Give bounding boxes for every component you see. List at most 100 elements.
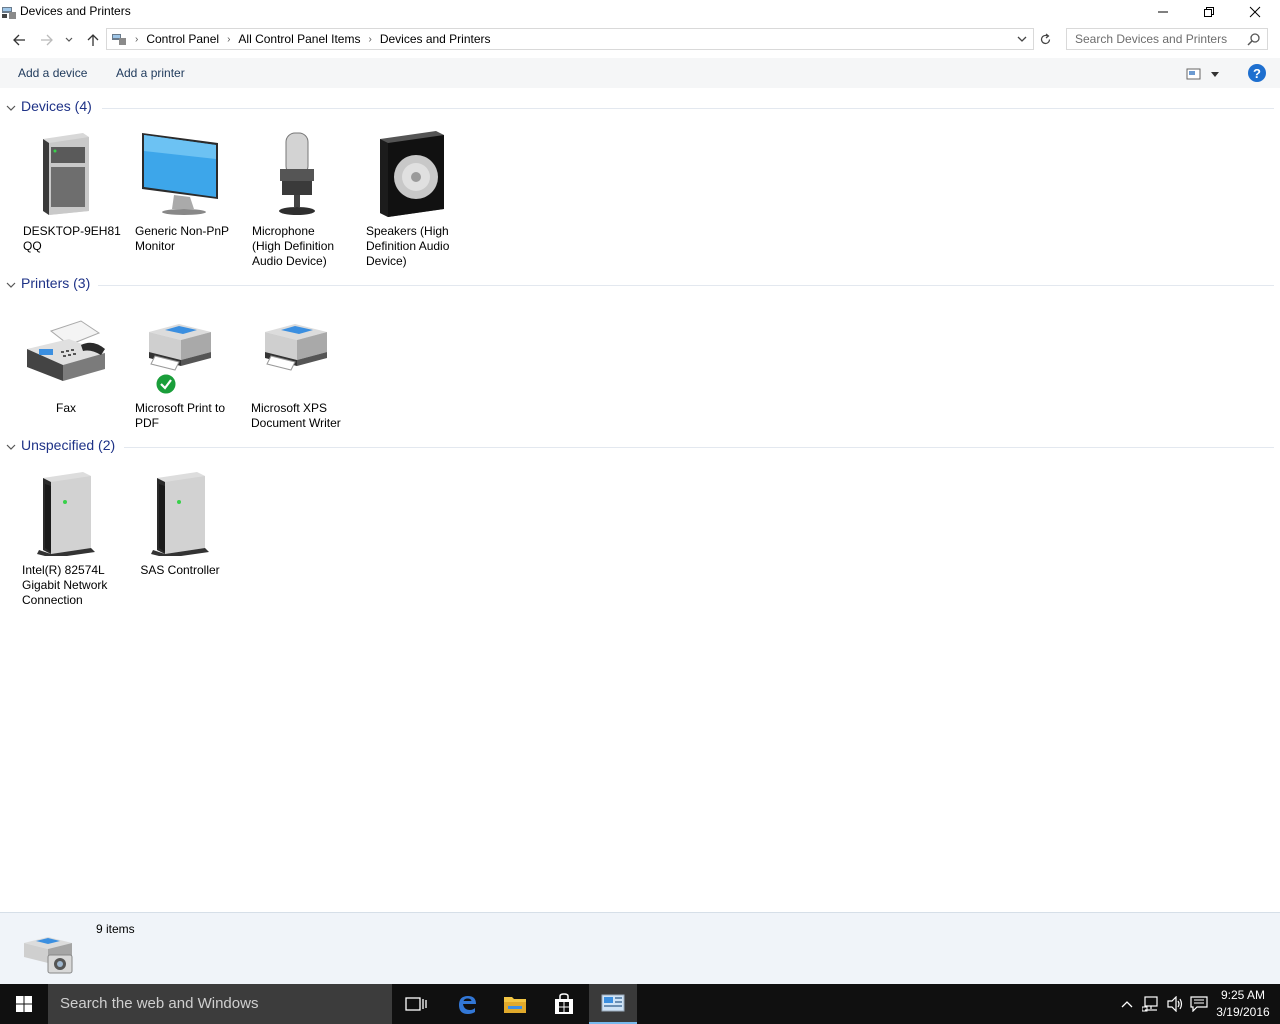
printer-label: Microsoft Print to PDF (135, 401, 226, 430)
group-label-unspecified: Unspecified (2) (21, 437, 116, 453)
folder-icon (504, 997, 526, 1013)
close-button[interactable] (1232, 0, 1278, 24)
printer-label: Fax (55, 401, 76, 415)
help-button[interactable]: ? (1248, 64, 1266, 82)
add-device-button[interactable]: Add a device (18, 66, 87, 80)
chevron-down-icon (6, 282, 16, 288)
breadcrumb-all-items[interactable]: All Control Panel Items (238, 32, 360, 46)
device-label: DESKTOP-9EH81 QQ (23, 224, 121, 253)
navigation-bar: › Control Panel › All Control Panel Item… (0, 26, 1280, 54)
address-dropdown-icon[interactable] (1015, 32, 1029, 46)
search-input[interactable] (1067, 29, 1237, 49)
view-options-icon (1186, 68, 1201, 80)
monitor-icon (124, 128, 236, 218)
action-center-button[interactable] (1188, 984, 1210, 1024)
microphone-icon (240, 128, 352, 218)
chevron-down-icon (1211, 72, 1219, 77)
search-icon[interactable] (1247, 32, 1261, 46)
printer-icon (124, 305, 236, 395)
control-panel-icon (112, 34, 126, 45)
restore-button[interactable] (1186, 0, 1232, 24)
device-label: Speakers (High Definition Audio Device) (366, 224, 450, 268)
taskbar: Search the web and Windows 9:25 AM 3/19/… (0, 984, 1280, 1024)
group-divider (102, 108, 1274, 109)
add-printer-button[interactable]: Add a printer (116, 66, 185, 80)
group-label-printers: Printers (3) (21, 275, 91, 291)
store-bag-icon (555, 993, 573, 1014)
notification-icon (1190, 996, 1208, 1012)
taskbar-search-box[interactable]: Search the web and Windows (48, 984, 392, 1024)
edge-browser-icon (459, 996, 476, 1014)
taskbar-file-explorer-button[interactable] (491, 984, 539, 1024)
speaker-volume-icon (1167, 996, 1183, 1012)
command-bar: Add a device Add a printer ? (0, 58, 1280, 88)
computer-tower-icon (10, 128, 122, 218)
item-count: 9 items (96, 922, 135, 936)
breadcrumb-separator: › (368, 33, 372, 45)
refresh-button[interactable] (1036, 30, 1054, 48)
printer-icon (240, 305, 352, 395)
task-view-button[interactable] (392, 984, 440, 1024)
arrow-left-icon (13, 34, 25, 46)
breadcrumb-control-panel[interactable]: Control Panel (146, 32, 219, 46)
device-label: SAS Controller (140, 563, 220, 577)
back-button[interactable] (9, 30, 29, 50)
devices-printers-app-icon (2, 7, 16, 19)
close-icon (1249, 6, 1261, 18)
device-label: Microphone (High Definition Audio Device… (252, 224, 335, 268)
show-hidden-icons-button[interactable] (1118, 984, 1136, 1024)
group-label-devices: Devices (4) (21, 98, 92, 114)
taskbar-clock[interactable]: 9:25 AM 3/19/2016 (1212, 987, 1274, 1021)
network-icon (1142, 996, 1158, 1012)
group-divider (124, 447, 1274, 448)
arrow-right-icon (41, 34, 53, 46)
device-box-icon (10, 467, 122, 557)
breadcrumb: › Control Panel › All Control Panel Item… (111, 32, 491, 46)
up-button[interactable] (83, 30, 103, 50)
default-printer-check-icon (155, 373, 177, 395)
taskbar-edge-button[interactable] (443, 984, 491, 1024)
details-pane: 9 items (0, 912, 1280, 984)
chevron-down-icon (6, 105, 16, 111)
change-view-button[interactable] (1186, 66, 1222, 82)
taskbar-control-panel-button[interactable] (589, 984, 637, 1024)
devices-and-printers-window: Devices and Printers › Control Panel › A… (0, 0, 1280, 984)
group-divider (98, 285, 1274, 286)
window-title: Devices and Printers (20, 4, 131, 18)
address-bar[interactable]: › Control Panel › All Control Panel Item… (106, 28, 1034, 50)
refresh-icon (1040, 33, 1050, 44)
title-bar: Devices and Printers (0, 0, 1280, 24)
fax-icon (10, 305, 122, 395)
search-box[interactable] (1066, 28, 1268, 50)
clock-date: 3/19/2016 (1216, 1005, 1270, 1019)
chevron-down-icon (6, 444, 16, 450)
chevron-down-icon (65, 37, 73, 42)
printer-label: Microsoft XPS Document Writer (251, 401, 341, 430)
start-button[interactable] (0, 984, 48, 1024)
arrow-up-icon (87, 34, 99, 46)
task-view-icon (405, 997, 427, 1011)
forward-button[interactable] (37, 30, 57, 50)
group-header-unspecified[interactable]: Unspecified (2) (6, 437, 1274, 457)
windows-logo-icon (16, 996, 32, 1012)
device-label: Generic Non-PnP Monitor (135, 224, 230, 253)
taskbar-search-placeholder: Search the web and Windows (60, 995, 259, 1012)
device-label: Intel(R) 82574L Gigabit Network Connecti… (22, 563, 108, 607)
group-header-printers[interactable]: Printers (3) (6, 275, 1274, 295)
clock-time: 9:25 AM (1220, 988, 1266, 1002)
group-header-devices[interactable]: Devices (4) (6, 98, 1274, 118)
speaker-icon (354, 128, 466, 218)
breadcrumb-devices-printers[interactable]: Devices and Printers (380, 32, 491, 46)
volume-tray-button[interactable] (1164, 984, 1186, 1024)
control-panel-icon (601, 994, 625, 1012)
network-tray-button[interactable] (1140, 984, 1162, 1024)
restore-icon (1204, 7, 1214, 17)
minimize-button[interactable] (1140, 0, 1186, 24)
chevron-up-icon (1121, 1001, 1133, 1008)
taskbar-store-button[interactable] (540, 984, 588, 1024)
minimize-icon (1158, 11, 1168, 13)
devices-printers-large-icon (24, 937, 73, 974)
breadcrumb-separator: › (135, 33, 139, 45)
recent-locations-button[interactable] (62, 30, 76, 50)
breadcrumb-separator: › (227, 33, 231, 45)
